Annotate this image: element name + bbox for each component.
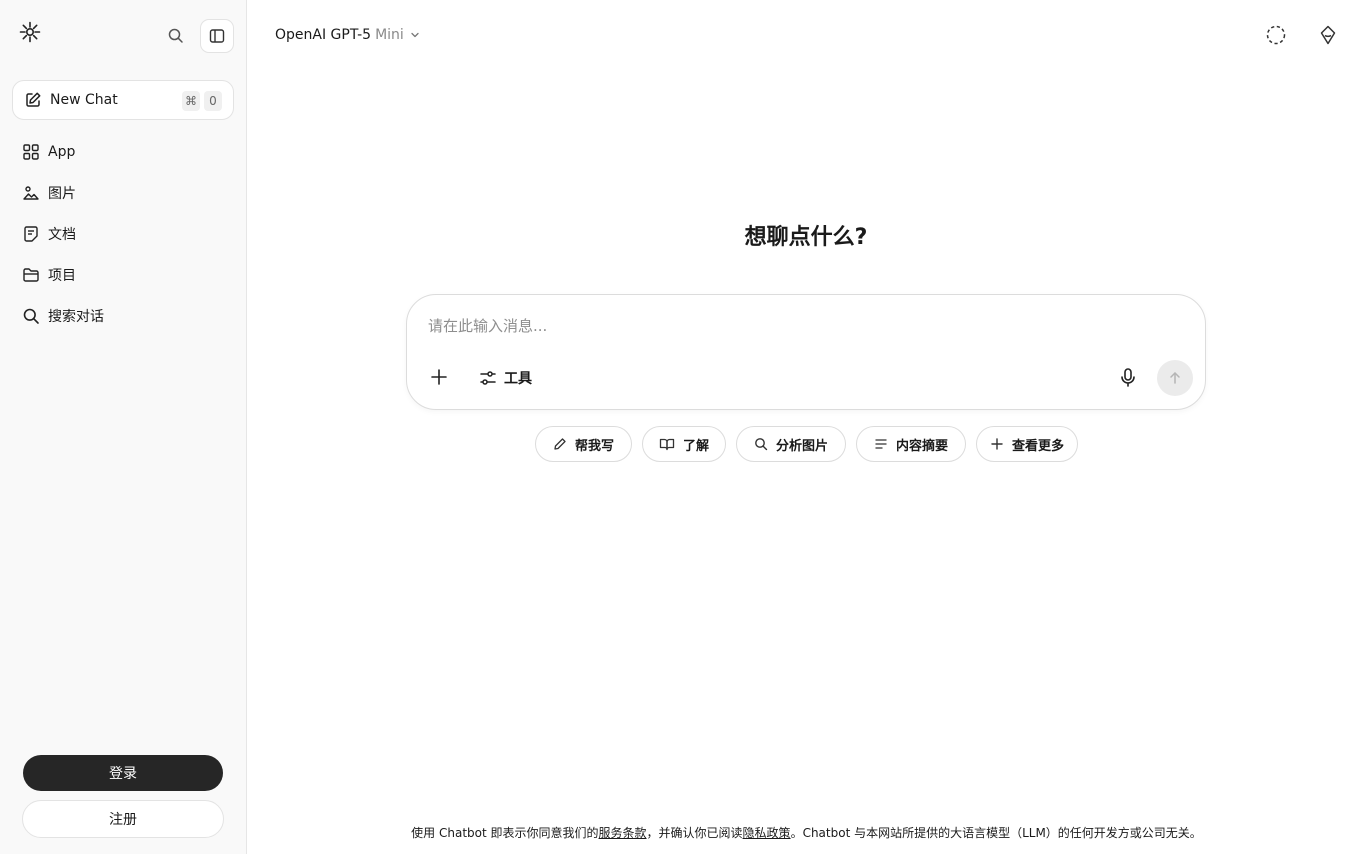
suggestion-label: 了解 bbox=[682, 438, 709, 454]
privacy-link[interactable]: 隐私政策 bbox=[743, 826, 791, 840]
suggestion-chip-learn[interactable]: 了解 bbox=[642, 426, 726, 462]
new-chat-button[interactable]: New Chat ⌘ 0 bbox=[12, 80, 234, 120]
sidebar-search-button[interactable] bbox=[166, 26, 186, 46]
add-attachment-button[interactable] bbox=[429, 367, 449, 387]
dashed-circle-icon bbox=[1266, 25, 1286, 45]
page-title: 想聊点什么? bbox=[744, 225, 868, 250]
footer-disclaimer: 使用 Chatbot 即表示你同意我们的服务条款，并确认你已阅读隐私政策。Cha… bbox=[247, 824, 1366, 841]
suggestion-label: 分析图片 bbox=[775, 438, 828, 454]
temporary-chat-button[interactable] bbox=[1265, 24, 1287, 46]
message-input[interactable]: 请在此输入消息... bbox=[428, 315, 547, 336]
microphone-icon bbox=[1121, 368, 1135, 387]
sidebar-item-projects[interactable]: 项目 bbox=[22, 254, 104, 295]
plus-icon bbox=[431, 369, 447, 385]
model-name: OpenAI GPT-5 bbox=[275, 27, 372, 43]
search-icon bbox=[168, 28, 183, 43]
new-chat-label: New Chat bbox=[50, 92, 118, 108]
suggestion-chip-summarize[interactable]: 内容摘要 bbox=[856, 426, 966, 462]
grid-icon bbox=[22, 143, 40, 161]
sidebar-item-app[interactable]: App bbox=[22, 131, 104, 172]
sliders-icon bbox=[480, 371, 496, 385]
tools-label: 工具 bbox=[504, 371, 532, 387]
chat-composer: 请在此输入消息... 工具 bbox=[406, 294, 1206, 410]
pencil-icon bbox=[553, 437, 567, 451]
sidebar-item-search-chats[interactable]: 搜索对话 bbox=[22, 295, 104, 336]
arrow-up-icon bbox=[1170, 372, 1180, 384]
search-icon bbox=[22, 307, 40, 325]
model-selector[interactable]: OpenAI GPT-5 Mini bbox=[275, 25, 420, 45]
search-icon bbox=[754, 437, 768, 451]
model-variant: Mini bbox=[375, 27, 404, 43]
footer-text-after: 。Chatbot 与本网站所提供的大语言模型（LLM）的任何开发方或公司无关。 bbox=[790, 826, 1202, 840]
shortcut-zero-key: 0 bbox=[204, 91, 222, 111]
sidebar-item-label: App bbox=[48, 143, 76, 160]
terms-link[interactable]: 服务条款 bbox=[599, 826, 647, 840]
folder-icon bbox=[22, 266, 40, 284]
edit-icon bbox=[26, 92, 41, 107]
suggestion-label: 帮我写 bbox=[574, 438, 614, 454]
footer-text-middle: ，并确认你已阅读 bbox=[646, 826, 743, 840]
shortcut-cmd-key: ⌘ bbox=[182, 91, 200, 111]
logo-icon[interactable] bbox=[19, 21, 41, 43]
suggestion-label: 查看更多 bbox=[1011, 438, 1064, 454]
sidebar-nav: App 图片 文档 项目 搜索对话 bbox=[22, 131, 104, 336]
plus-icon bbox=[990, 437, 1004, 451]
login-button[interactable]: 登录 bbox=[23, 755, 223, 791]
lines-icon bbox=[874, 437, 888, 451]
send-button[interactable] bbox=[1157, 360, 1193, 396]
signup-button[interactable]: 注册 bbox=[22, 800, 224, 838]
tools-button[interactable]: 工具 bbox=[479, 368, 532, 388]
sidebar-toggle-button[interactable] bbox=[200, 19, 234, 53]
sidebar-item-images[interactable]: 图片 bbox=[22, 172, 104, 213]
sidebar-item-label: 图片 bbox=[48, 185, 76, 202]
sidebar: New Chat ⌘ 0 App 图片 文档 项目 搜索对话 登录 注册 bbox=[0, 0, 247, 854]
shield-icon bbox=[1320, 25, 1336, 45]
suggestion-chip-analyze-image[interactable]: 分析图片 bbox=[736, 426, 846, 462]
suggestion-chip-write[interactable]: 帮我写 bbox=[535, 426, 632, 462]
voice-input-button[interactable] bbox=[1118, 367, 1138, 389]
settings-button[interactable] bbox=[1317, 24, 1339, 46]
sidebar-panel-icon bbox=[209, 29, 225, 43]
sidebar-item-label: 搜索对话 bbox=[48, 308, 104, 325]
document-icon bbox=[22, 225, 40, 243]
image-icon bbox=[22, 184, 40, 202]
book-icon bbox=[659, 437, 675, 451]
footer-text-before: 使用 Chatbot 即表示你同意我们的 bbox=[411, 826, 599, 840]
suggestion-chips: 帮我写 了解 分析图片 内容摘要 查看更多 bbox=[535, 426, 1078, 462]
sidebar-item-label: 文档 bbox=[48, 226, 76, 243]
sidebar-item-documents[interactable]: 文档 bbox=[22, 213, 104, 254]
sidebar-item-label: 项目 bbox=[48, 267, 76, 284]
suggestion-label: 内容摘要 bbox=[895, 438, 948, 454]
chevron-down-icon bbox=[410, 30, 420, 40]
suggestion-chip-see-more[interactable]: 查看更多 bbox=[976, 426, 1078, 462]
